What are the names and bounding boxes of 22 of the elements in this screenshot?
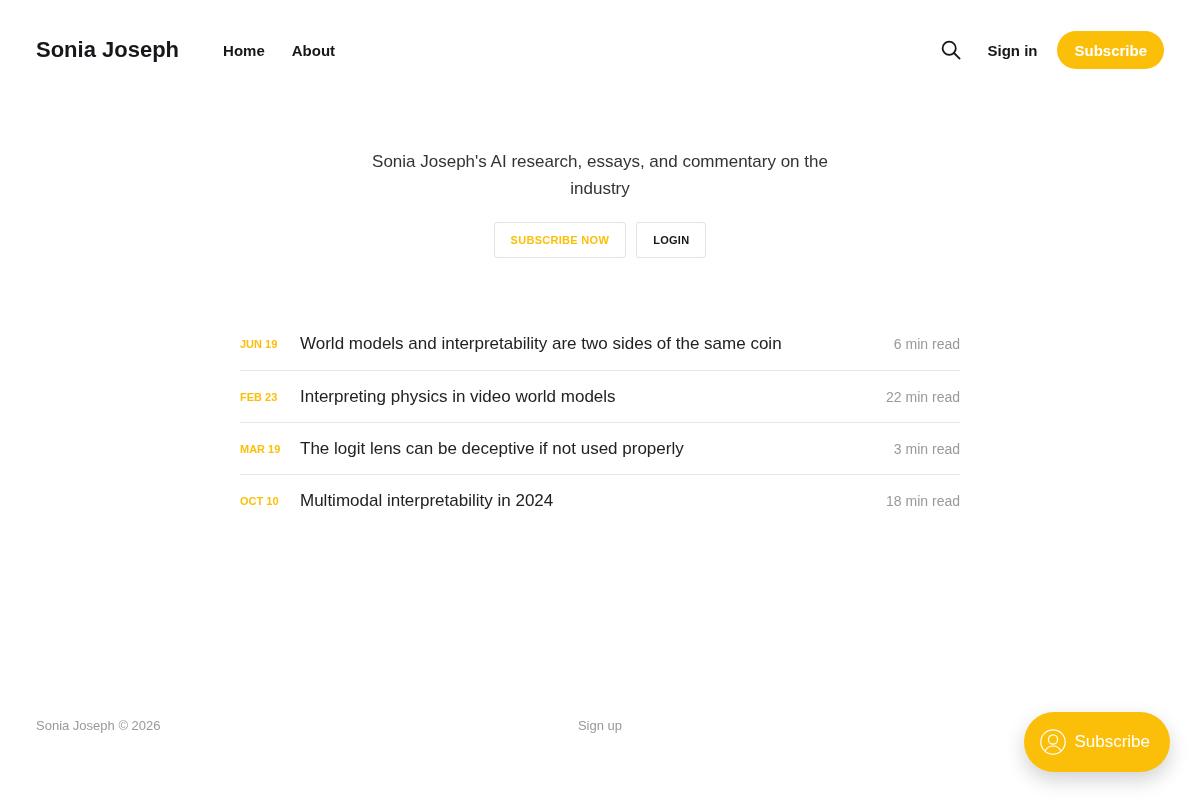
- search-button[interactable]: [941, 40, 962, 60]
- post-date: MAR 19: [240, 442, 282, 455]
- user-circle-icon: [1040, 729, 1067, 755]
- read-time: 3 min read: [893, 440, 960, 457]
- post-date: JUN 19: [240, 338, 279, 350]
- post-title-link[interactable]: World models and interpretability are two sides of the same coin: [300, 334, 894, 354]
- sign-in-link[interactable]: Sign in: [987, 41, 1038, 59]
- login-button[interactable]: LOGIN: [636, 222, 707, 258]
- nav-link[interactable]: Home: [223, 41, 265, 59]
- copyright-text: Sonia Joseph © 2026: [36, 718, 161, 733]
- site-description: Sonia Joseph's AI research, essays, and commentary on the industry: [371, 151, 829, 200]
- site-title[interactable]: Sonia Joseph: [36, 37, 180, 63]
- read-time: 22 min read: [886, 388, 960, 405]
- post-date: FEB 23: [240, 390, 279, 403]
- post-title-link[interactable]: Multimodal interpretability in 2024: [300, 490, 887, 511]
- nav-link[interactable]: About: [291, 41, 336, 59]
- search-icon: [941, 40, 962, 60]
- read-time: 6 min read: [893, 336, 960, 352]
- read-time: 18 min read: [886, 492, 960, 509]
- post-date: OCT 10: [240, 494, 280, 507]
- post-title-link[interactable]: Interpreting physics in video world models: [300, 386, 887, 407]
- post-title-link[interactable]: The logit lens can be deceptive if not used properly: [300, 438, 894, 459]
